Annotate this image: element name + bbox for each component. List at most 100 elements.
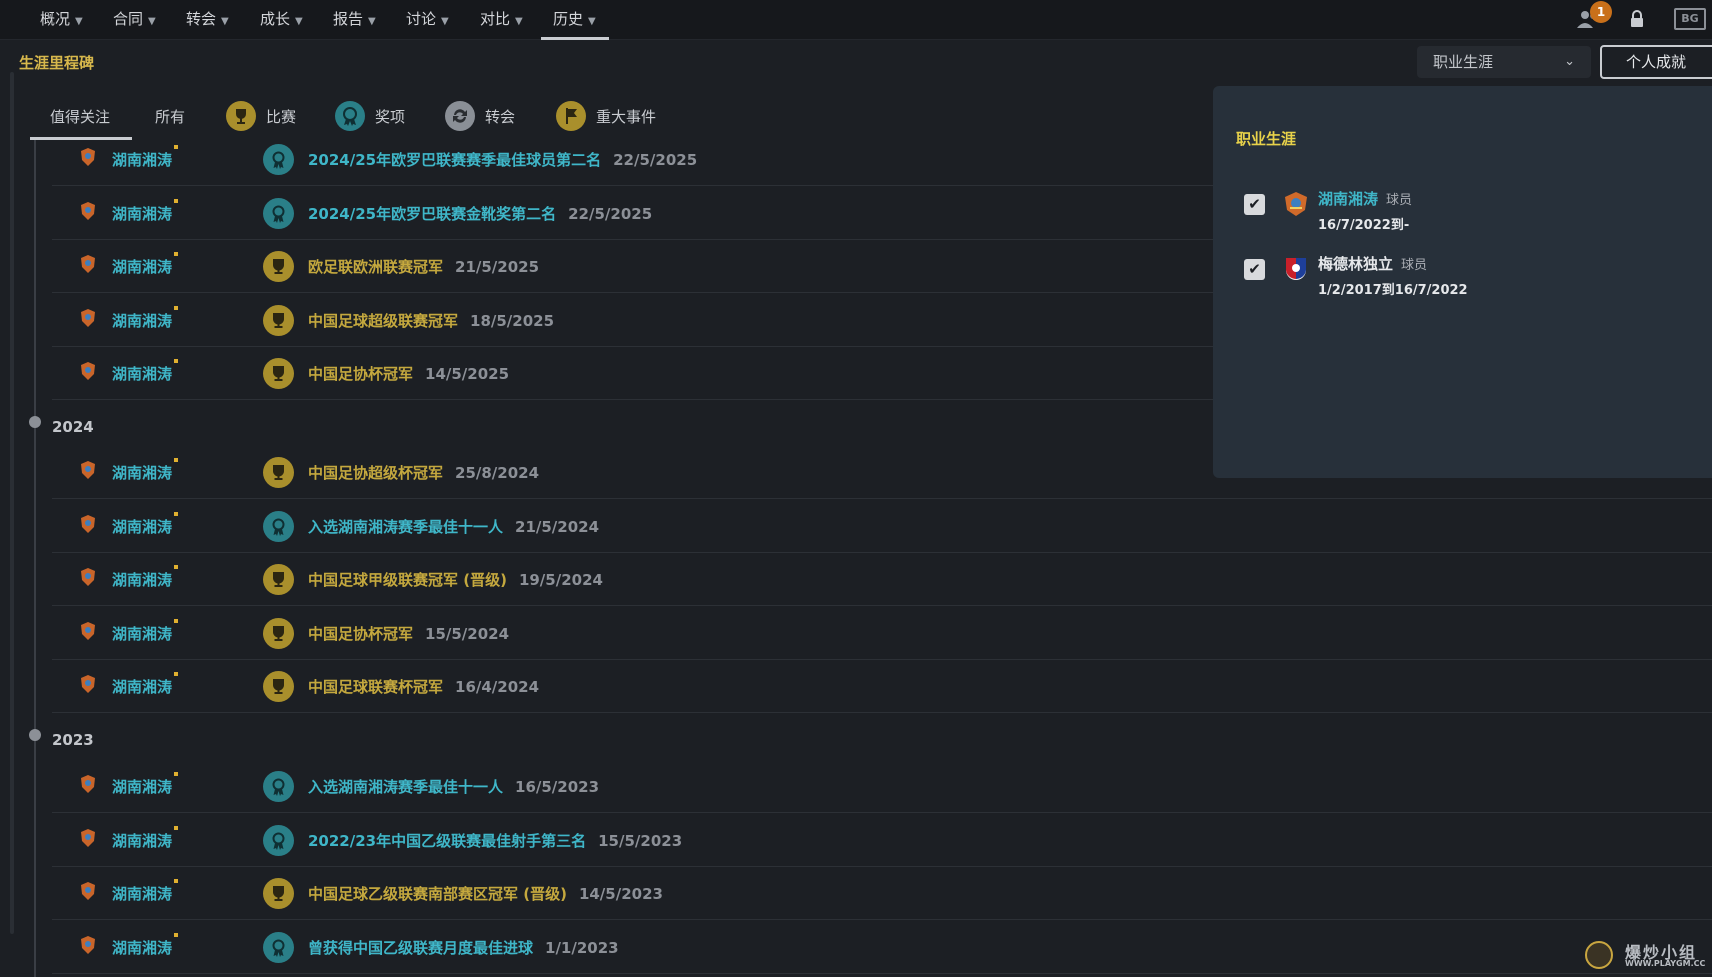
nav-discussion[interactable]: 讨论 ▼ (406, 0, 449, 40)
chevron-down-icon: ▼ (295, 16, 303, 27)
tab-label: 比赛 (266, 108, 297, 126)
milestone-row[interactable]: 湖南湘涛 中国足球乙级联赛南部赛区冠军 (晋级) 14/5/2023 (52, 867, 1712, 920)
trophy-icon (263, 878, 294, 909)
milestone-row[interactable]: 湖南湘涛 中国足球甲级联赛冠军 (晋级) 19/5/2024 (52, 553, 1712, 606)
nav-transfer[interactable]: 转会 ▼ (186, 0, 229, 40)
medellin-crest-icon (1282, 255, 1310, 283)
nav-label: 成长 (260, 10, 291, 28)
entry-club[interactable]: 湖南湘涛 球员 (1318, 188, 1412, 209)
scrollbar[interactable] (10, 72, 14, 934)
trophy-icon (263, 457, 294, 488)
club-name[interactable]: 湖南湘涛 (112, 883, 172, 904)
nav-overview[interactable]: 概况 ▼ (40, 0, 83, 40)
milestone-text[interactable]: 2024/25年欧罗巴联赛金靴奖第二名 22/5/2025 (308, 203, 652, 224)
checkbox[interactable]: ✔ (1244, 259, 1265, 280)
club-name[interactable]: 湖南湘涛 (112, 937, 172, 958)
career-entry[interactable]: ✔ 湖南湘涛 球员 16/7/2022到- (1244, 186, 1684, 242)
status-flag (174, 772, 178, 776)
career-select-value: 职业生涯 (1433, 53, 1494, 71)
club-name[interactable]: 湖南湘涛 (112, 149, 172, 170)
nav-reports[interactable]: 报告 ▼ (333, 0, 376, 40)
milestone-text[interactable]: 中国足球超级联赛冠军 18/5/2025 (308, 310, 554, 331)
entry-club[interactable]: 梅德林独立 球员 (1318, 253, 1427, 274)
milestone-text[interactable]: 2024/25年欧罗巴联赛赛季最佳球员第二名 22/5/2025 (308, 149, 697, 170)
chevron-down-icon: ▼ (148, 16, 156, 27)
nav-history[interactable]: 历史 ▼ (541, 0, 609, 40)
milestone-text[interactable]: 入选湖南湘涛赛季最佳十一人 16/5/2023 (308, 776, 599, 797)
club-crest-icon (80, 567, 96, 587)
milestone-row[interactable]: 湖南湘涛 中国足球联赛杯冠军 16/4/2024 (52, 660, 1712, 713)
bg-logo-icon[interactable]: BG (1674, 8, 1706, 30)
nav-label: 概况 (40, 10, 71, 28)
trophy-icon (263, 671, 294, 702)
club-name[interactable]: 湖南湘涛 (112, 569, 172, 590)
entry-club-name: 梅德林独立 (1318, 255, 1394, 273)
nav-contract[interactable]: 合同 ▼ (113, 0, 156, 40)
milestone-text[interactable]: 中国足协杯冠军 15/5/2024 (308, 623, 509, 644)
nav-label: 转会 (186, 10, 217, 28)
status-flag (174, 458, 178, 462)
medal-icon (263, 197, 294, 229)
trophy-icon (263, 564, 294, 595)
club-name[interactable]: 湖南湘涛 (112, 363, 172, 384)
milestone-text[interactable]: 2022/23年中国乙级联赛最佳射手第三名 15/5/2023 (308, 830, 682, 851)
club-crest-icon (80, 147, 96, 167)
club-name[interactable]: 湖南湘涛 (112, 256, 172, 277)
milestone-text[interactable]: 入选湖南湘涛赛季最佳十一人 21/5/2024 (308, 516, 599, 537)
milestone-title: 入选湖南湘涛赛季最佳十一人 (308, 517, 504, 536)
lock-icon[interactable] (1629, 10, 1645, 34)
club-crest-icon (80, 514, 96, 534)
milestone-title: 中国足球联赛杯冠军 (308, 678, 444, 696)
milestone-text[interactable]: 曾获得中国乙级联赛月度最佳进球 1/1/2023 (308, 937, 619, 958)
milestone-text[interactable]: 中国足球甲级联赛冠军 (晋级) 19/5/2024 (308, 569, 603, 590)
trophy-icon (226, 100, 256, 131)
club-name[interactable]: 湖南湘涛 (112, 676, 172, 697)
watermark: 爆炒小组 WWW.PLAYGM.CC (1585, 937, 1705, 973)
status-flag (174, 359, 178, 363)
status-flag (174, 565, 178, 569)
milestone-text[interactable]: 中国足协杯冠军 14/5/2025 (308, 363, 509, 384)
club-crest-icon (80, 828, 96, 848)
milestone-date: 14/5/2023 (578, 885, 663, 903)
career-popup: 职业生涯 ✔ 湖南湘涛 球员 16/7/2022到- ✔ 梅德林独立 球员 1/2/… (1213, 86, 1712, 478)
chevron-down-icon: ▼ (75, 16, 83, 27)
club-crest-icon (80, 361, 96, 381)
milestone-row[interactable]: 湖南湘涛 2022/23年中国乙级联赛最佳射手第三名 15/5/2023 (52, 814, 1712, 867)
club-name[interactable]: 湖南湘涛 (112, 310, 172, 331)
milestone-title: 欧足联欧洲联赛冠军 (308, 258, 444, 276)
milestone-text[interactable]: 欧足联欧洲联赛冠军 21/5/2025 (308, 256, 539, 277)
nav-label: 历史 (553, 10, 584, 28)
club-name[interactable]: 湖南湘涛 (112, 830, 172, 851)
club-name[interactable]: 湖南湘涛 (112, 776, 172, 797)
club-name[interactable]: 湖南湘涛 (112, 203, 172, 224)
milestone-row[interactable]: 湖南湘涛 入选湖南湘涛赛季最佳十一人 21/5/2024 (52, 500, 1712, 553)
milestone-row[interactable]: 湖南湘涛 中国足协杯冠军 15/5/2024 (52, 607, 1712, 660)
trophy-icon (263, 304, 294, 336)
medal-icon (263, 144, 294, 175)
career-select[interactable]: 职业生涯 ⌄ (1417, 46, 1591, 78)
milestone-row[interactable]: 湖南湘涛 曾获得中国乙级联赛月度最佳进球 1/1/2023 (52, 921, 1712, 974)
milestone-text[interactable]: 中国足球乙级联赛南部赛区冠军 (晋级) 14/5/2023 (308, 883, 663, 904)
tab-label: 所有 (155, 108, 186, 126)
milestone-date: 1/1/2023 (545, 938, 619, 957)
year-marker (29, 729, 41, 741)
milestone-row[interactable]: 湖南湘涛 入选湖南湘涛赛季最佳十一人 16/5/2023 (52, 760, 1712, 813)
milestone-title: 中国足协杯冠军 (308, 365, 414, 383)
career-entry[interactable]: ✔ 梅德林独立 球员 1/2/2017到16/7/2022 (1244, 251, 1684, 307)
popup-title: 职业生涯 (1236, 130, 1297, 148)
milestone-text[interactable]: 中国足协超级杯冠军 25/8/2024 (308, 462, 539, 483)
club-name[interactable]: 湖南湘涛 (112, 516, 172, 537)
nav-compare[interactable]: 对比 ▼ (480, 0, 523, 40)
tab-label: 值得关注 (50, 108, 111, 126)
club-crest-icon (80, 621, 96, 641)
club-name[interactable]: 湖南湘涛 (112, 462, 172, 483)
milestone-text[interactable]: 中国足球联赛杯冠军 16/4/2024 (308, 676, 539, 697)
entry-role: 球员 (1386, 193, 1413, 208)
milestone-title: 入选湖南湘涛赛季最佳十一人 (308, 778, 504, 796)
club-name[interactable]: 湖南湘涛 (112, 623, 172, 644)
achievements-button[interactable]: 个人成就 (1600, 45, 1712, 79)
nav-development[interactable]: 成长 ▼ (260, 0, 303, 40)
checkbox[interactable]: ✔ (1244, 194, 1265, 215)
milestone-title: 中国足球超级联赛冠军 (308, 311, 459, 330)
year-marker (29, 416, 41, 428)
